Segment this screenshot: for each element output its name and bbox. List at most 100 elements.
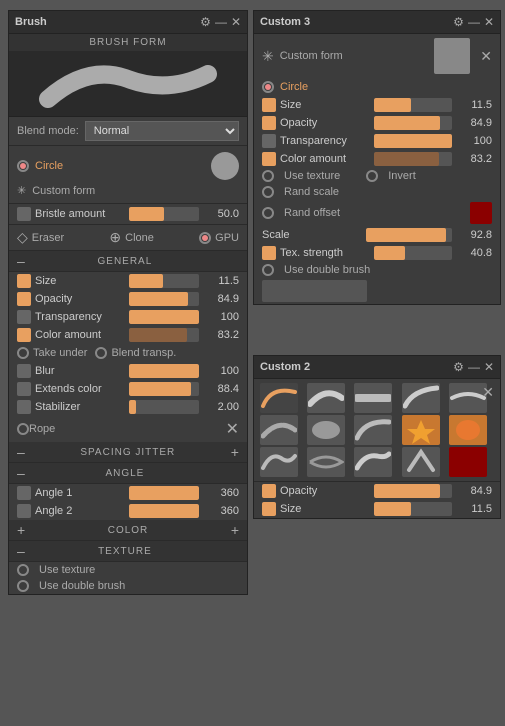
gear-icon[interactable]: ⚙ — [200, 15, 211, 29]
use-double-brush-row: Use double brush — [9, 578, 247, 594]
spacing-collapse-icon[interactable]: – — [17, 444, 25, 460]
custom3-transparency-slider[interactable] — [374, 134, 452, 148]
blend-transp-radio[interactable] — [95, 347, 107, 359]
custom3-color-amount-row: Color amount 83.2 — [254, 150, 500, 168]
blur-slider[interactable] — [129, 364, 199, 378]
brush-thumb-3[interactable] — [354, 383, 392, 413]
brush-form-section: BRUSH FORM — [9, 34, 247, 52]
eraser-item: ◇ Eraser — [17, 229, 64, 246]
custom3-scale-slider[interactable] — [366, 228, 452, 242]
brush-thumb-14[interactable] — [402, 447, 440, 477]
brush-thumb-7[interactable] — [307, 415, 345, 445]
custom3-gear-icon[interactable]: ⚙ — [453, 15, 464, 29]
brush-thumb-6[interactable] — [260, 415, 298, 445]
custom3-transparency-icon — [262, 134, 276, 148]
brush-thumb-15[interactable] — [449, 447, 487, 477]
custom3-tex-icon — [262, 246, 276, 260]
brush-thumb-4[interactable] — [402, 383, 440, 413]
bristle-label: Bristle amount — [35, 208, 125, 220]
texture-collapse-icon[interactable]: – — [17, 543, 25, 559]
gpu-radio[interactable] — [199, 232, 211, 244]
custom3-scale-label: Scale — [262, 229, 362, 241]
custom2-x-icon[interactable]: ✕ — [482, 384, 494, 401]
brush-thumb-13[interactable] — [354, 447, 392, 477]
blur-row: Blur 100 — [9, 362, 247, 380]
custom3-double-brush-radio[interactable] — [262, 264, 274, 276]
custom3-use-texture-radio[interactable] — [262, 170, 274, 182]
brush-thumb-8[interactable] — [354, 415, 392, 445]
custom3-custom-form-label: Custom form — [280, 50, 343, 62]
custom2-gear-icon[interactable]: ⚙ — [453, 360, 464, 374]
transparency-slider[interactable] — [129, 310, 199, 324]
angle2-slider[interactable] — [129, 504, 199, 518]
take-under-radio[interactable] — [17, 347, 29, 359]
spacing-plus-icon[interactable]: + — [231, 444, 239, 460]
blur-value: 100 — [203, 365, 239, 377]
bristle-slider[interactable] — [129, 207, 199, 221]
custom3-minimize-icon[interactable]: — — [468, 15, 480, 29]
custom2-size-slider[interactable] — [374, 502, 452, 516]
circle-radio[interactable] — [17, 160, 29, 172]
custom3-rand-offset-radio[interactable] — [262, 207, 274, 219]
brush-thumb-10[interactable] — [449, 415, 487, 445]
custom-form-row: ✳ Custom form — [17, 182, 239, 199]
brush-thumb-9[interactable] — [402, 415, 440, 445]
custom2-close-icon[interactable]: ✕ — [484, 360, 494, 374]
custom3-brush-preview — [262, 280, 367, 302]
angle1-icon — [17, 486, 31, 500]
color-plus-icon[interactable]: + — [231, 522, 239, 538]
general-collapse-icon[interactable]: – — [17, 253, 25, 269]
custom3-size-slider[interactable] — [374, 98, 452, 112]
custom3-circle-radio[interactable] — [262, 81, 274, 93]
use-double-brush-label: Use double brush — [39, 580, 125, 592]
use-double-brush-radio[interactable] — [17, 580, 29, 592]
custom2-size-label: Size — [280, 503, 370, 515]
custom2-size-icon — [262, 502, 276, 516]
rope-radio[interactable] — [17, 423, 29, 435]
rope-label: Rope — [29, 423, 55, 435]
brush-thumb-11[interactable] — [260, 447, 298, 477]
blend-mode-label: Blend mode: — [17, 125, 79, 137]
custom3-opacity-label: Opacity — [280, 117, 370, 129]
custom3-panel-header: Custom 3 ⚙ — ✕ — [254, 11, 500, 34]
rope-settings-icon[interactable]: ✕ — [226, 419, 239, 439]
custom3-invert-radio[interactable] — [366, 170, 378, 182]
custom3-close-icon[interactable]: ✕ — [484, 15, 494, 29]
brush-thumb-1[interactable] — [260, 383, 298, 413]
angle1-slider[interactable] — [129, 486, 199, 500]
angle-collapse-icon[interactable]: – — [17, 465, 25, 481]
angle-section-header: – ANGLE — [9, 463, 247, 484]
brush-thumb-5[interactable] — [449, 383, 487, 413]
custom2-minimize-icon[interactable]: — — [468, 360, 480, 374]
custom2-panel: Custom 2 ⚙ — ✕ ✕ — [253, 355, 501, 519]
custom3-x-icon[interactable]: ✕ — [480, 48, 492, 65]
minimize-icon[interactable]: — — [215, 15, 227, 29]
eraser-icon: ◇ — [17, 229, 28, 246]
blend-mode-select[interactable]: Normal — [85, 121, 239, 141]
custom3-tex-strength-slider[interactable] — [374, 246, 452, 260]
blend-transp-label: Blend transp. — [111, 347, 176, 359]
size-slider[interactable] — [129, 274, 199, 288]
custom3-opacity-slider[interactable] — [374, 116, 452, 130]
custom2-opacity-label: Opacity — [280, 485, 370, 497]
opacity-slider[interactable] — [129, 292, 199, 306]
brush-thumb-12[interactable] — [307, 447, 345, 477]
custom3-color-amount-slider[interactable] — [374, 152, 452, 166]
custom3-rand-scale-radio[interactable] — [262, 186, 274, 198]
stabilizer-slider[interactable] — [129, 400, 199, 414]
texture-section-header: – TEXTURE — [9, 541, 247, 562]
custom3-transparency-row: Transparency 100 — [254, 132, 500, 150]
color-collapse-icon[interactable]: + — [17, 522, 25, 538]
custom2-opacity-slider[interactable] — [374, 484, 452, 498]
custom3-rand-scale-label: Rand scale — [284, 186, 339, 198]
extends-color-slider[interactable] — [129, 382, 199, 396]
gpu-item: GPU — [199, 232, 239, 244]
custom2-size-row: Size 11.5 — [254, 500, 500, 518]
transparency-icon — [17, 310, 31, 324]
size-label: Size — [35, 275, 125, 287]
close-icon[interactable]: ✕ — [231, 15, 241, 29]
color-amount-slider[interactable] — [129, 328, 199, 342]
color-amount-value: 83.2 — [203, 329, 239, 341]
use-texture-radio[interactable] — [17, 564, 29, 576]
brush-thumb-2[interactable] — [307, 383, 345, 413]
